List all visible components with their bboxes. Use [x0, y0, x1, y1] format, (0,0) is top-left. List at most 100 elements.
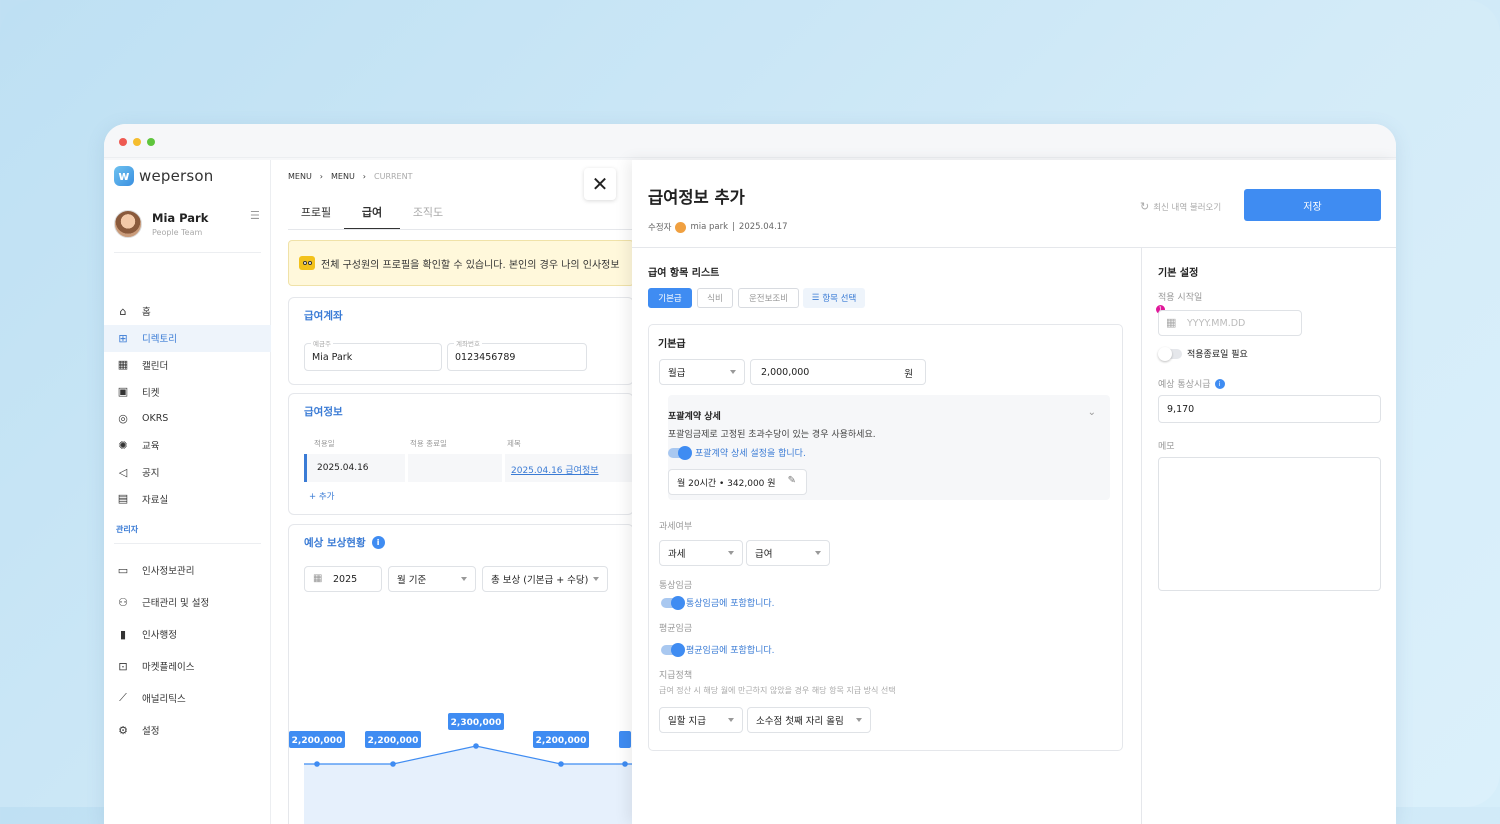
tax-type-select[interactable]: 급여	[746, 540, 830, 566]
item-title: 기본급	[658, 339, 686, 350]
user-name: Mia Park	[152, 211, 209, 225]
rounding-select[interactable]: 소수점 첫째 자리 올림	[747, 707, 871, 733]
chip-driving[interactable]: 운전보조비	[738, 288, 799, 308]
select-items-button[interactable]: ☰ 항목 선택	[803, 288, 865, 308]
nav-item-analytics[interactable]: ⟋ 애널리틱스	[104, 682, 271, 714]
breadcrumb-item[interactable]: MENU	[288, 172, 312, 181]
chip-basic-pay[interactable]: 기본급	[648, 288, 692, 308]
chip-meal[interactable]: 식비	[697, 288, 733, 308]
pencil-icon[interactable]: ✎	[788, 475, 796, 486]
breadcrumb: MENU › MENU › CURRENT	[288, 172, 412, 181]
salary-info-title: 급여정보	[304, 406, 343, 418]
user-profile[interactable]: Mia Park People Team	[114, 210, 208, 238]
salary-info-card: 급여정보 적용일 적용 종료일 제목 2025.04.16 2025.04.16…	[288, 393, 634, 515]
info-icon[interactable]: i	[371, 536, 385, 549]
tab-org-chart[interactable]: 조직도	[400, 204, 456, 230]
chart-point	[473, 743, 479, 749]
gift-icon: ⊡	[118, 659, 128, 673]
app-logo[interactable]: w weperson	[114, 166, 214, 186]
column-header: 적용 종료일	[410, 439, 447, 448]
hamburger-menu-icon[interactable]: ☰	[250, 209, 260, 222]
forecast-chart: 2,200,000 2,200,000 2,300,000 2,200,000	[289, 713, 633, 824]
close-panel-button[interactable]: ✕	[584, 168, 616, 200]
amount-input[interactable]: 2,000,000 원	[750, 359, 926, 385]
sidebar: w weperson Mia Park People Team ☰ ⌂ 홈 ⊞ 디렉…	[104, 160, 271, 824]
home-icon: ⌂	[119, 304, 127, 318]
account-number-field[interactable]: 계좌번호 0123456789	[447, 338, 587, 371]
end-date-toggle-label: 적용종료일 필요	[1187, 350, 1248, 360]
owl-icon	[299, 256, 315, 270]
main-content: MENU › MENU › CURRENT 프로필 급여 조직도 전체 구성원의 프…	[272, 160, 634, 824]
breadcrumb-item[interactable]: MENU	[331, 172, 355, 181]
nav-item-ticket[interactable]: ▣ 티켓	[104, 378, 271, 405]
ordinary-wage-label: 통상임금	[659, 581, 693, 591]
chart-point	[314, 761, 320, 767]
payment-policy-select[interactable]: 일할 지급	[659, 707, 743, 733]
nav-item-calendar[interactable]: ▦ 캘린더	[104, 352, 271, 379]
chevron-down-icon	[461, 577, 467, 581]
avatar	[114, 210, 142, 238]
year-select[interactable]: ▦ 2025	[304, 566, 382, 592]
info-icon[interactable]: i	[1214, 378, 1225, 389]
tab-bar: 프로필 급여 조직도	[288, 204, 456, 230]
save-button[interactable]: 저장	[1244, 189, 1381, 221]
calendar-icon: ▦	[1166, 316, 1177, 329]
average-wage-toggle[interactable]	[661, 643, 685, 657]
package-toggle[interactable]	[668, 446, 692, 460]
nav-item-okrs[interactable]: ◎ OKRS	[104, 405, 271, 432]
hourly-wage-input[interactable]: 9,170	[1158, 395, 1381, 423]
nav-item-hr-admin[interactable]: ▮ 인사행정	[104, 618, 271, 650]
nav-item-settings[interactable]: ⚙ 설정	[104, 714, 271, 746]
tax-select[interactable]: 과세	[659, 540, 743, 566]
avatar	[675, 221, 687, 233]
chart-point	[558, 761, 564, 767]
user-team: People Team	[152, 228, 203, 237]
nav-item-marketplace[interactable]: ⊡ 마켓플레이스	[104, 650, 271, 682]
chevron-down-icon[interactable]: ⌄	[1088, 407, 1096, 418]
nav-item-directory[interactable]: ⊞ 디렉토리	[104, 324, 271, 352]
account-card: 급여계좌 예금주 Mia Park 계좌번호 0123456789	[288, 297, 634, 385]
nav-item-hr-info[interactable]: ▭ 인사정보관리	[104, 554, 271, 586]
package-detail-field[interactable]: 월 20시간 • 342,000 원 ✎	[668, 469, 807, 495]
close-window-dot[interactable]	[119, 138, 127, 146]
add-salary-panel: 급여정보 추가 수정자 mia park | 2025.04.17 ↻ 최신 내…	[632, 160, 1396, 824]
tab-salary[interactable]: 급여	[344, 204, 400, 230]
maximize-window-dot[interactable]	[147, 138, 155, 146]
column-header: 제목	[507, 439, 521, 448]
item-list-title: 급여 항목 리스트	[648, 268, 720, 279]
compensation-type-select[interactable]: 총 보상 (기본급 + 수당)	[482, 566, 608, 592]
chart-data-label: 2,200,000	[368, 736, 419, 746]
chevron-down-icon	[815, 551, 821, 555]
forecast-title: 예상 보상현황	[304, 537, 366, 549]
start-date-label: 적용 시작일	[1158, 293, 1203, 303]
end-date-toggle[interactable]	[1158, 347, 1182, 361]
tax-label: 과세여부	[659, 522, 693, 532]
nav-item-education[interactable]: ✺ 교육	[104, 432, 271, 459]
minimize-window-dot[interactable]	[133, 138, 141, 146]
nav-item-attendance[interactable]: ⚇ 근태관리 및 설정	[104, 586, 271, 618]
chart-icon: ⟋	[119, 691, 127, 705]
load-recent-button[interactable]: ↻ 최신 내역 불러오기	[1140, 200, 1221, 213]
table-cell-end	[408, 454, 502, 482]
nav-item-archive[interactable]: ▤ 자료실	[104, 486, 271, 513]
account-holder-field[interactable]: 예금주 Mia Park	[304, 338, 442, 371]
gear-icon: ⚙	[118, 723, 128, 737]
salary-record-link[interactable]: 2025.04.16 급여정보	[505, 454, 633, 482]
pay-type-select[interactable]: 월급	[659, 359, 745, 385]
calendar-icon: ▦	[117, 358, 129, 372]
tab-profile[interactable]: 프로필	[288, 204, 344, 230]
average-wage-label: 평균임금	[659, 624, 693, 634]
payment-policy-label: 지급정책	[659, 671, 693, 681]
table-cell-start: 2025.04.16	[307, 454, 405, 482]
basis-select[interactable]: 월 기준	[388, 566, 476, 592]
start-date-input[interactable]: ▦ YYYY.MM.DD	[1158, 310, 1302, 336]
nav-item-notice[interactable]: ◁ 공지	[104, 459, 271, 486]
memo-textarea[interactable]	[1158, 457, 1381, 591]
add-salary-button[interactable]: + 추가	[309, 490, 334, 502]
ordinary-wage-toggle-label: 통상임금에 포함합니다.	[686, 599, 775, 609]
calendar-icon: ▦	[313, 573, 323, 584]
ordinary-wage-toggle[interactable]	[661, 596, 685, 610]
nav-item-home[interactable]: ⌂ 홈	[104, 298, 271, 325]
close-icon: ✕	[591, 172, 609, 196]
forecast-card: 예상 보상현황 i ▦ 2025 월 기준 총 보상 (기본급 + 수당) 2,…	[288, 524, 634, 824]
